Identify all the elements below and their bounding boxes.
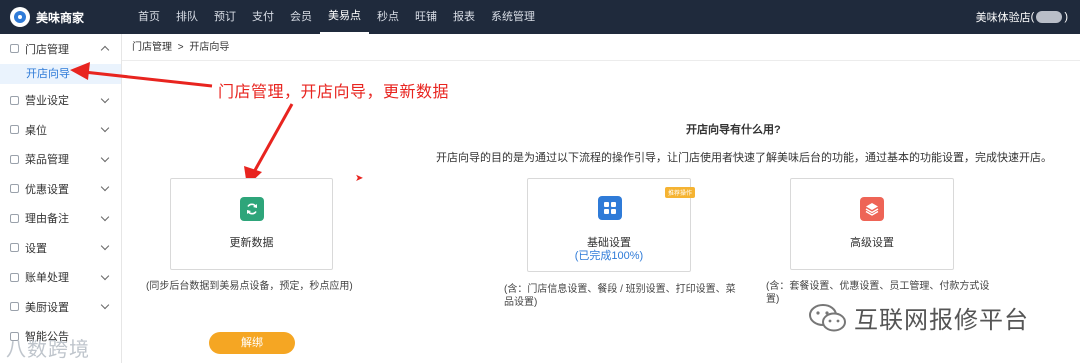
- unbind-button[interactable]: 解绑: [209, 332, 295, 354]
- sidebar: 门店管理 开店向导 营业设定 桌位 菜品管理 优惠设置 理由备注 设置 账单处理: [0, 34, 122, 363]
- basic-settings-note: (含：门店信息设置、餐段 / 班别设置、打印设置、菜品设置): [504, 284, 736, 308]
- nav-item-meiyidian[interactable]: 美易点: [320, 0, 369, 34]
- sidebar-item-setup-wizard[interactable]: 开店向导: [0, 63, 121, 84]
- bill-icon: [10, 272, 19, 282]
- chevron-down-icon: [100, 241, 110, 251]
- sidebar-group-business-settings[interactable]: 营业设定: [0, 86, 121, 116]
- sidebar-group-dish-management[interactable]: 菜品管理: [0, 145, 121, 175]
- basic-settings-status: (已完成100%): [574, 250, 644, 262]
- top-navigation-bar: 美味商家 首页 排队 预订 支付 会员 美易点 秒点 旺铺 报表 系统管理 美味…: [0, 0, 1080, 34]
- nav-item-reservation[interactable]: 预订: [206, 0, 244, 34]
- update-data-note: (同步后台数据到美易点设备，预定，秒点应用): [146, 281, 353, 292]
- store-name: 美味体验店: [975, 12, 1031, 24]
- help-title: 开店向导有什么用?: [686, 124, 781, 136]
- nav-item-home[interactable]: 首页: [130, 0, 168, 34]
- chevron-up-icon: [100, 45, 110, 55]
- gear-icon: [10, 243, 19, 253]
- chevron-down-icon: [100, 123, 110, 133]
- watermark-right-text: 互联网报修平台: [854, 307, 1029, 334]
- grid-icon: [598, 196, 622, 220]
- discount-icon: [10, 184, 19, 194]
- breadcrumb-separator: >: [177, 42, 184, 53]
- nav-item-reports[interactable]: 报表: [445, 0, 483, 34]
- chevron-down-icon: [100, 94, 110, 103]
- sidebar-group-label: 设置: [25, 242, 47, 255]
- breadcrumb-current: 开店向导: [189, 42, 230, 53]
- sidebar-group-store-management[interactable]: 门店管理: [0, 34, 121, 64]
- advanced-settings-title: 高级设置: [850, 237, 894, 249]
- wechat-icon: [808, 301, 848, 335]
- breadcrumb: 门店管理 > 开店向导: [122, 34, 1080, 61]
- nav-item-shop[interactable]: 旺铺: [407, 0, 445, 34]
- chevron-down-icon: [100, 271, 110, 280]
- help-description: 开店向导的目的是为通过以下流程的操作引导，让门店使用者快速了解美味后台的功能，通…: [436, 152, 1052, 164]
- chevron-down-icon: [100, 153, 110, 162]
- update-data-title: 更新数据: [229, 237, 274, 249]
- store-management-icon: [10, 44, 19, 54]
- breadcrumb-parent[interactable]: 门店管理: [132, 42, 172, 53]
- nav-item-system-management[interactable]: 系统管理: [483, 0, 543, 34]
- refresh-icon: [240, 197, 264, 221]
- chevron-down-icon: [100, 182, 110, 192]
- sidebar-group-label: 理由备注: [25, 213, 69, 226]
- sidebar-group-label: 门店管理: [25, 43, 69, 56]
- kitchen-icon: [10, 302, 19, 312]
- brand[interactable]: 美味商家: [0, 7, 122, 27]
- business-settings-icon: [10, 95, 19, 105]
- brand-logo-icon: [10, 7, 30, 27]
- store-id-mask: [1036, 11, 1063, 23]
- brand-name: 美味商家: [36, 10, 85, 25]
- sidebar-group-settings[interactable]: 设置: [0, 233, 121, 263]
- chevron-down-icon: [100, 212, 110, 221]
- nav-item-quick-order[interactable]: 秒点: [369, 0, 407, 34]
- sidebar-group-reason-notes[interactable]: 理由备注: [0, 204, 121, 234]
- nav-item-queue[interactable]: 排队: [168, 0, 206, 34]
- nav-item-member[interactable]: 会员: [282, 0, 320, 34]
- sidebar-group-tables[interactable]: 桌位: [0, 115, 121, 145]
- sidebar-group-label: 营业设定: [25, 95, 69, 108]
- notes-icon: [10, 213, 19, 223]
- sidebar-group-discount-settings[interactable]: 优惠设置: [0, 174, 121, 204]
- sidebar-group-label: 菜品管理: [25, 154, 69, 167]
- update-data-card[interactable]: 更新数据: [170, 178, 333, 270]
- layers-icon: [860, 197, 884, 221]
- chevron-down-icon: [100, 300, 110, 310]
- tables-icon: [10, 125, 19, 135]
- watermark-right: 互联网报修平台: [808, 300, 1029, 335]
- watermark-left: 八数跨境: [6, 339, 90, 361]
- advanced-settings-card[interactable]: 高级设置: [790, 178, 954, 270]
- small-arrow-icon: ➤: [355, 173, 364, 184]
- store-selector[interactable]: 美味体验店 ( ): [976, 0, 1068, 34]
- store-paren-close: ): [1064, 11, 1068, 23]
- basic-settings-card[interactable]: 推荐操作 基础设置 (已完成100%): [527, 178, 695, 272]
- store-paren-open: (: [1030, 11, 1035, 23]
- sidebar-group-kitchen-settings[interactable]: 美厨设置: [0, 292, 121, 322]
- dish-icon: [10, 154, 19, 164]
- sidebar-group-label: 账单处理: [25, 272, 69, 285]
- sidebar-group-label: 优惠设置: [25, 183, 69, 196]
- annotation-text: 门店管理，开店向导，更新数据: [218, 84, 450, 101]
- sidebar-group-label: 桌位: [25, 124, 47, 137]
- sidebar-group-label: 美厨设置: [25, 301, 69, 314]
- nav-item-payment[interactable]: 支付: [244, 0, 282, 34]
- sidebar-group-bill-processing[interactable]: 账单处理: [0, 263, 121, 293]
- recommended-badge: 推荐操作: [664, 187, 695, 198]
- main-nav: 首页 排队 预订 支付 会员 美易点 秒点 旺铺 报表 系统管理: [130, 0, 543, 34]
